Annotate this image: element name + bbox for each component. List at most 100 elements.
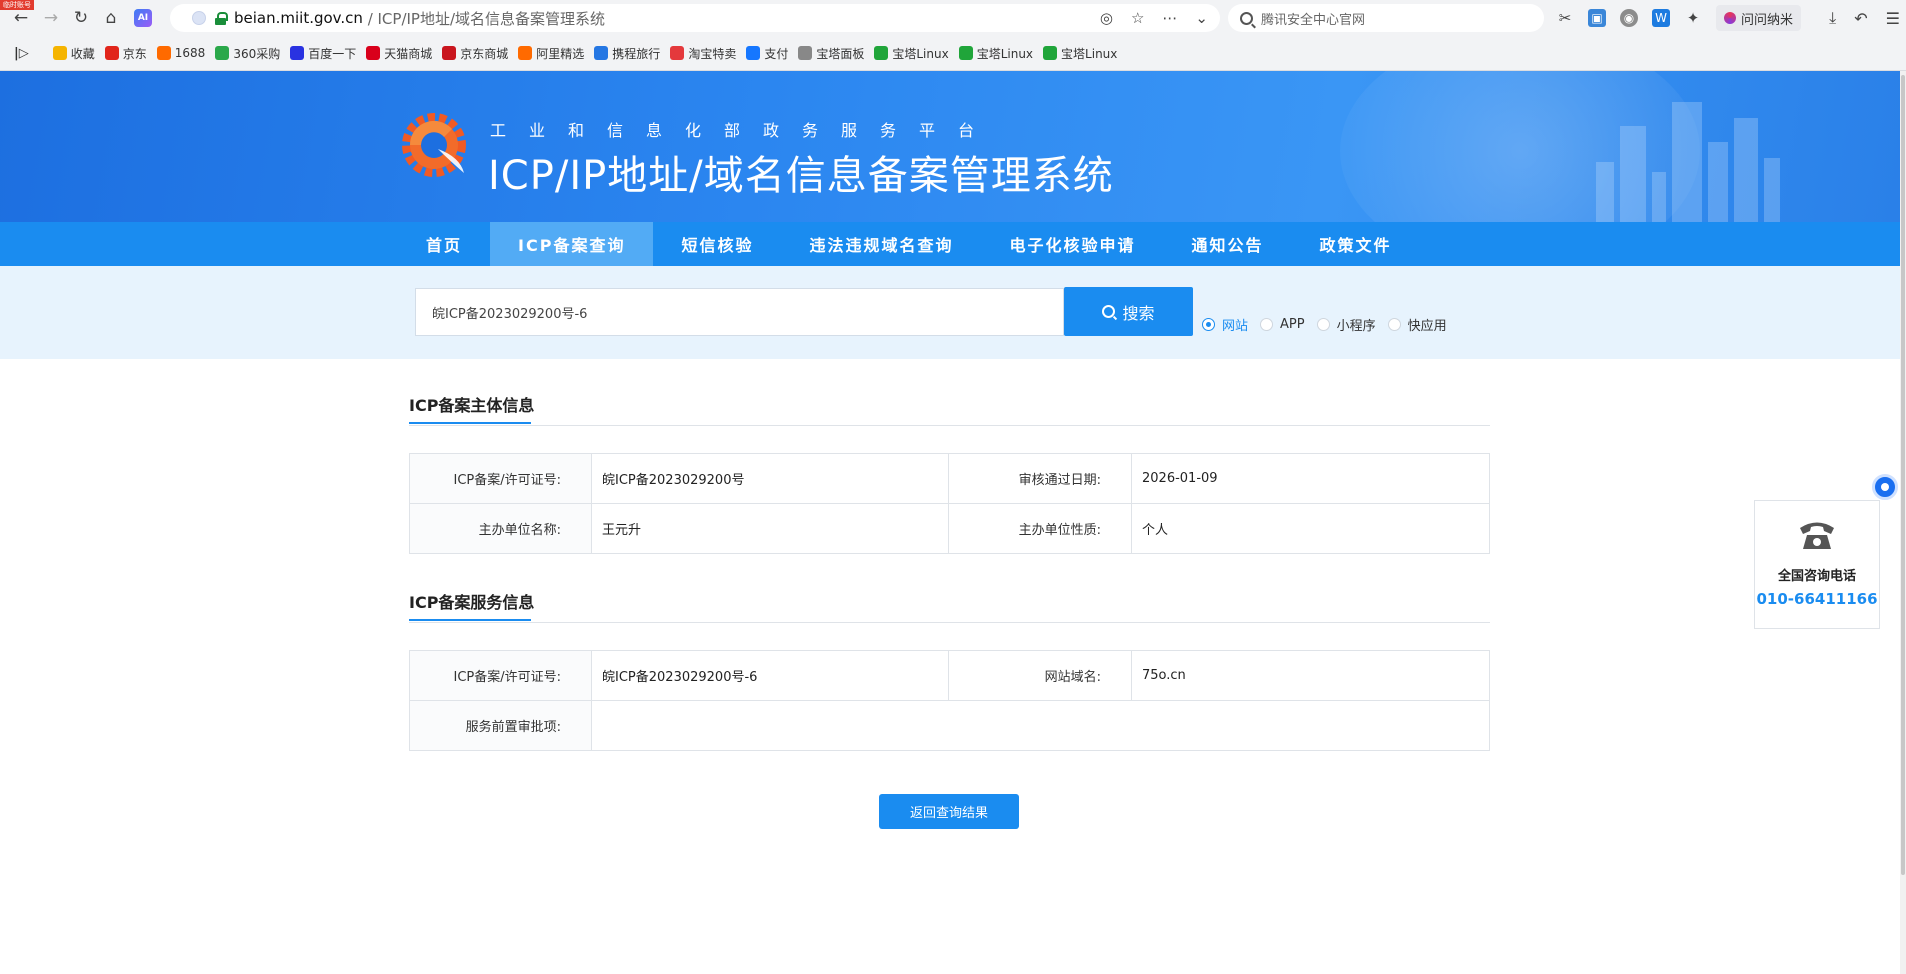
more-dots-icon[interactable]: ⋯ [1162,9,1177,27]
bookmark-label: 宝塔Linux [892,46,949,61]
location-icon[interactable]: ◎ [1100,9,1113,27]
baidu-icon [290,46,305,60]
website-domain-value: 75o.cn [1131,650,1490,701]
service-license-label: ICP备案/许可证号: [409,650,592,701]
miit-logo-icon [402,113,466,177]
word-icon[interactable]: W [1652,9,1670,27]
search-engine-input[interactable]: 腾讯安全中心官网 [1228,4,1544,32]
bookmark-star-icon[interactable]: ☆ [1131,9,1144,27]
bookmark-label: 淘宝特卖 [688,46,737,61]
bookmark-label: 360采购 [233,46,281,61]
pre-approval-value [591,700,1490,751]
nav-item-6[interactable]: 政策文件 [1292,222,1420,266]
nav-item-4[interactable]: 电子化核验申请 [981,222,1163,266]
url-path: / ICP/IP地址/域名信息备案管理系统 [362,9,606,28]
organizer-type-label: 主办单位性质: [948,503,1132,554]
bt-shield-icon [874,46,889,60]
site-subtitle: 工业和信息化部政务服务平台 [490,121,998,140]
bookmark-item[interactable]: 宝塔面板 [798,45,864,62]
url-domain: beian.miit.gov.cn [234,9,363,27]
menu-icon[interactable]: ☰ [1886,9,1900,28]
organizer-name-label: 主办单位名称: [409,503,592,554]
main-nav: 首页 ICP备案查询 短信核验 违法违规域名查询 电子化核验申请 通知公告 政策文件 [0,222,1900,266]
lock-icon [215,11,228,25]
search-button[interactable]: 搜索 [1064,287,1193,336]
bookmark-item[interactable]: 天猫商城 [366,45,432,62]
bookmark-item[interactable]: 360采购 [215,45,280,62]
service-info-table: ICP备案/许可证号: 皖ICP备2023029200号-6 网站域名: 75o… [409,650,1490,751]
search-type-radios: 网站 APP 小程序 快应用 [1202,315,1459,334]
reload-icon[interactable]: ↻ [68,5,94,31]
approval-date-value: 2026-01-09 [1131,453,1490,504]
consult-card: 全国咨询电话 010-66411166 [1754,500,1880,629]
nano-logo-icon [1724,12,1736,24]
radio-label: 快应用 [1407,319,1447,334]
bookmark-item[interactable]: 支付 [746,45,788,62]
bookmark-list: 收藏 京东 1688 360采购 百度一下 天猫商城 京东商城 阿里精选 携程旅行 淘宝特卖 支付 宝… [52,45,1128,62]
bookmark-label: 1688 [174,46,206,60]
ask-nano-button[interactable]: 问问纳米 [1716,5,1802,31]
consult-phone[interactable]: 010-66411166 [1755,590,1879,608]
chevron-down-icon[interactable]: ⌄ [1195,9,1208,27]
pay-icon [746,46,761,60]
search-type-radio[interactable]: APP [1260,317,1305,332]
search-input[interactable]: 皖ICP备2023029200号-6 [415,288,1064,336]
forward-icon[interactable]: → [38,5,64,31]
license-value: 皖ICP备2023029200号 [591,453,949,504]
page-scrollbar[interactable] [1900,71,1906,974]
puzzle-icon[interactable]: ✦ [1684,9,1702,27]
banner-city-decoration [1596,102,1780,222]
bookmark-item[interactable]: 百度一下 [290,45,356,62]
ctrip-icon [594,46,609,60]
website-domain-label: 网站域名: [948,650,1132,701]
organizer-type-value: 个人 [1131,503,1490,554]
search-type-radio[interactable]: 小程序 [1316,315,1376,334]
bookmark-item[interactable]: 京东商城 [442,45,508,62]
nav-item-3[interactable]: 违法违规域名查询 [781,222,981,266]
address-bar[interactable]: beian.miit.gov.cn / ICP/IP地址/域名信息备案管理系统 … [170,4,1220,32]
bookmark-item[interactable]: 收藏 [52,45,95,62]
bookmark-item[interactable]: 携程旅行 [594,45,660,62]
search-type-radio[interactable]: 网站 [1202,315,1248,334]
bookmark-label: 天猫商城 [384,46,433,61]
table-row: 服务前置审批项: [409,700,1490,751]
1688-icon [156,46,171,60]
bookmark-label: 京东商城 [460,46,509,61]
pre-approval-label: 服务前置审批项: [409,700,592,751]
nav-item-2[interactable]: 短信核验 [653,222,781,266]
back-to-results-button[interactable]: 返回查询结果 [879,794,1019,829]
ask-nano-label: 问问纳米 [1741,12,1794,28]
search-band: 皖ICP备2023029200号-6 搜索 网站 APP 小程序 快应用 [0,266,1900,359]
download-icon[interactable]: ⤓ [1829,8,1836,28]
radio-circle-icon [1387,318,1401,331]
ai-assistant-icon[interactable]: AI [134,9,152,27]
home-icon[interactable]: ⌂ [98,5,124,31]
image-tool-icon[interactable]: ▣ [1588,9,1606,27]
page-content: 工业和信息化部政务服务平台 ICP/IP地址/域名信息备案管理系统 首页 ICP备… [0,71,1900,974]
scissors-icon[interactable]: ✂ [1556,9,1574,27]
extension-globe-icon[interactable]: ◉ [1620,9,1638,27]
bookmark-item[interactable]: 1688 [156,46,206,60]
bookmark-item[interactable]: 宝塔Linux [874,45,949,62]
organizer-name-value: 王元升 [591,503,949,554]
bookmark-item[interactable]: 京东 [104,45,147,62]
sidebar-toggle-icon[interactable]: |▷ [14,46,29,61]
bookmark-item[interactable]: 宝塔Linux [958,45,1033,62]
consult-title: 全国咨询电话 [1777,569,1856,584]
table-row: ICP备案/许可证号: 皖ICP备2023029200号-6 网站域名: 75o… [409,650,1490,701]
undo-icon[interactable]: ↶ [1854,9,1867,28]
nav-item-1[interactable]: ICP备案查询 [490,222,654,266]
bookmark-item[interactable]: 淘宝特卖 [670,45,736,62]
scrollbar-thumb[interactable] [1901,75,1905,875]
bookmark-item[interactable]: 宝塔Linux [1043,45,1117,62]
service-license-value: 皖ICP备2023029200号-6 [591,650,949,701]
search-input-value: 皖ICP备2023029200号-6 [432,306,588,322]
bookmark-label: 携程旅行 [612,46,661,61]
site-info-icon[interactable] [192,11,206,25]
search-type-radio[interactable]: 快应用 [1387,315,1447,334]
bookmarks-bar: |▷ 收藏 京东 1688 360采购 百度一下 天猫商城 京东商城 阿里精选 携程旅行 淘宝特卖… [0,36,1906,71]
bookmark-item[interactable]: 阿里精选 [518,45,584,62]
nav-item-5[interactable]: 通知公告 [1164,222,1292,266]
chat-float-icon[interactable] [1872,474,1898,500]
nav-item-0[interactable]: 首页 [398,222,490,266]
